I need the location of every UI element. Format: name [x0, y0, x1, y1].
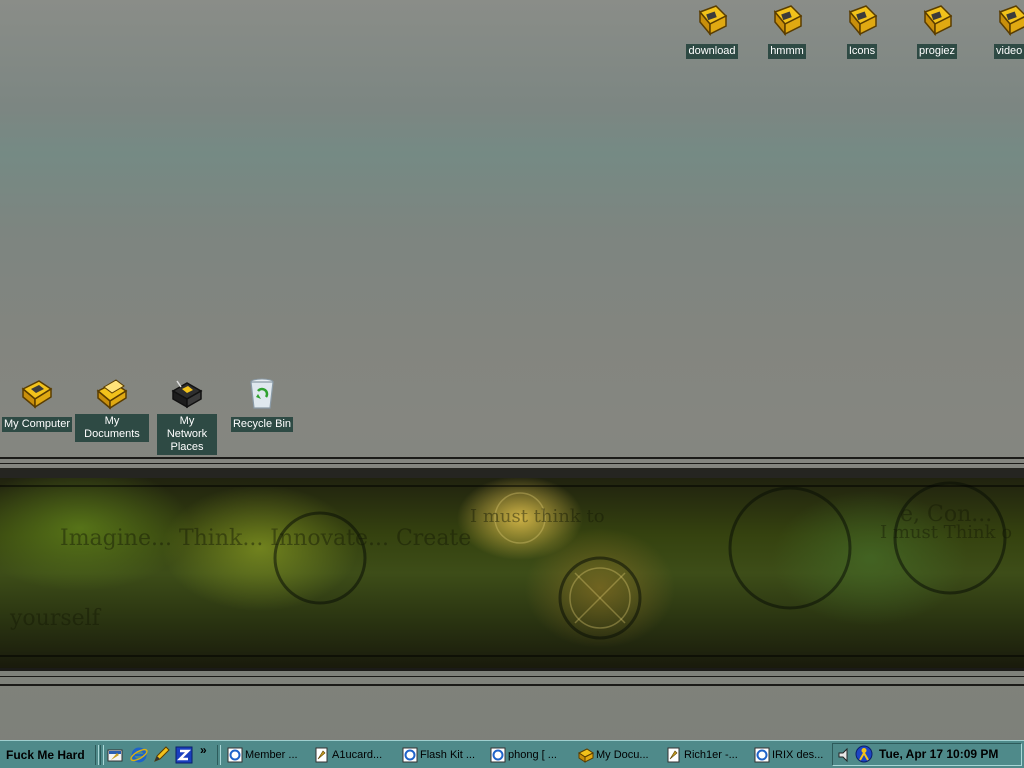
start-button[interactable]: Fuck Me Hard	[0, 742, 93, 768]
task-button-label: Flash Kit ...	[420, 749, 476, 761]
task-button-label: Member ...	[245, 749, 298, 761]
wallpaper-text: I must think to	[470, 506, 605, 527]
wallpaper-text: yourself	[10, 606, 100, 631]
desktop-icon-my-computer[interactable]: My Computer	[0, 377, 74, 432]
desktop-icon-label: hmmm	[768, 44, 806, 59]
internet-explorer-icon	[490, 747, 506, 763]
wallpaper-stripe	[0, 676, 1024, 677]
network-places-icon	[171, 380, 203, 409]
volume-icon[interactable]	[837, 747, 853, 763]
desktop-icon-label: My Documents	[75, 414, 149, 442]
task-button-label: My Docu...	[596, 749, 649, 761]
internet-explorer-icon	[227, 747, 243, 763]
taskbar-clock[interactable]: Tue, Apr 17 10:09 PM	[879, 744, 998, 765]
taskbar-separator	[217, 745, 221, 765]
task-button[interactable]: Flash Kit ...	[400, 744, 484, 766]
desktop-icon-label: Recycle Bin	[230, 417, 294, 432]
wallpaper-banner: Imagine... Think... Innovate... Create I…	[0, 478, 1024, 668]
wallpaper-stripe	[0, 668, 1024, 671]
desktop-icon-label: Icons	[846, 44, 878, 59]
desktop-icon-label: My Computer	[1, 417, 73, 432]
taskbar-separator	[95, 745, 99, 765]
task-button[interactable]: A1ucard...	[312, 744, 396, 766]
zone-icon[interactable]	[175, 746, 193, 764]
folder-icon	[578, 748, 594, 763]
wallpaper-stripe	[0, 463, 1024, 464]
task-button[interactable]: Rich1er -...	[664, 744, 748, 766]
desktop-icon-recycle-bin[interactable]: Recycle Bin	[225, 377, 299, 432]
internet-explorer-icon	[402, 747, 418, 763]
folder-shortcut-icon	[848, 5, 878, 37]
recycle-bin-icon	[250, 378, 274, 409]
quick-launch-more-button[interactable]: »	[200, 743, 207, 757]
desktop-icon-my-documents[interactable]: My Documents	[75, 377, 149, 442]
document-icon	[315, 747, 328, 763]
system-tray: Tue, Apr 17 10:09 PM	[832, 743, 1022, 766]
desktop-icon-video[interactable]: video	[975, 4, 1024, 59]
wallpaper-stripe	[0, 468, 1024, 478]
desktop-icon-label: download	[686, 44, 738, 59]
taskbar-separator	[100, 745, 104, 765]
my-computer-icon	[21, 380, 53, 409]
desktop-icon-hmmm[interactable]: hmmm	[750, 4, 824, 59]
wallpaper-text: Imagine... Think... Innovate... Create	[60, 526, 472, 551]
task-button[interactable]: Member ...	[225, 744, 309, 766]
desktop-icon-progiez[interactable]: progiez	[900, 4, 974, 59]
messenger-icon[interactable]	[855, 745, 873, 763]
desktop-icon-download[interactable]: download	[675, 4, 749, 59]
folder-shortcut-icon	[698, 5, 728, 37]
document-icon	[667, 747, 680, 763]
task-button-label: IRIX des...	[772, 749, 824, 761]
wallpaper-text: I must Think o	[880, 522, 1013, 543]
desktop-icon-label: My Network Places	[157, 414, 217, 455]
task-button-label: A1ucard...	[332, 749, 383, 761]
folder-shortcut-icon	[923, 5, 953, 37]
wallpaper-stripe	[0, 684, 1024, 686]
desktop-icon-network-places[interactable]: My Network Places	[150, 377, 224, 455]
my-documents-icon	[96, 379, 128, 410]
desktop-icon-label: progiez	[916, 44, 958, 59]
desktop-icon-icons[interactable]: Icons	[825, 4, 899, 59]
internet-explorer-icon	[754, 747, 770, 763]
task-button[interactable]: IRIX des...	[752, 744, 828, 766]
wallpaper-stripe	[0, 457, 1024, 459]
pencil-icon[interactable]	[152, 746, 170, 764]
taskbar: Fuck Me Hard » Member ... A1ucard... Fla…	[0, 740, 1024, 768]
task-button-label: Rich1er -...	[684, 749, 738, 761]
task-button[interactable]: My Docu...	[576, 744, 660, 766]
task-button-label: phong [ ...	[508, 749, 557, 761]
folder-shortcut-icon	[998, 5, 1024, 37]
show-desktop-icon[interactable]	[106, 746, 124, 764]
folder-shortcut-icon	[773, 5, 803, 37]
internet-explorer-icon[interactable]	[130, 746, 148, 764]
desktop[interactable]: Imagine... Think... Innovate... Create I…	[0, 0, 1024, 740]
desktop-icon-label: video	[994, 44, 1024, 59]
task-button[interactable]: phong [ ...	[488, 744, 572, 766]
